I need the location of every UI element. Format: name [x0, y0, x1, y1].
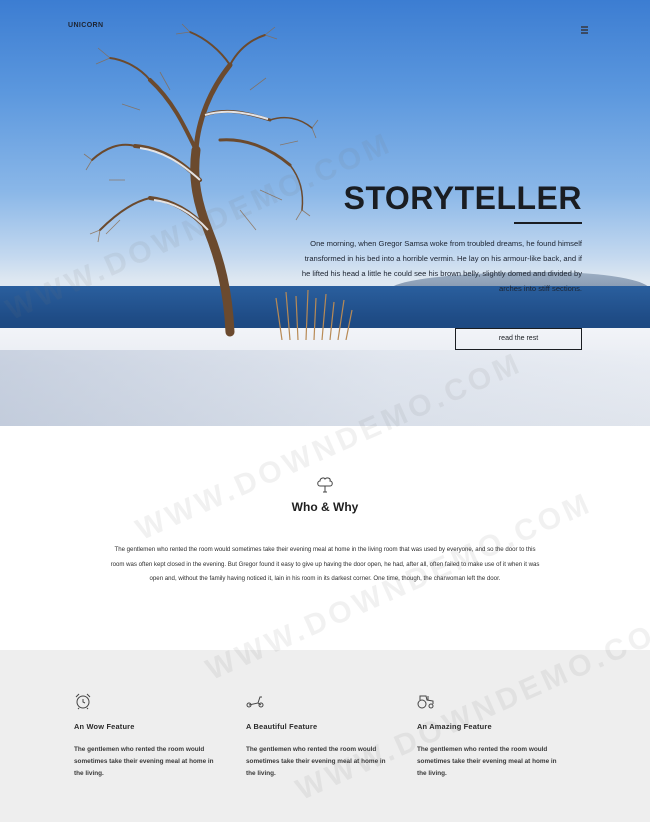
feature-title: An Wow Feature: [74, 722, 135, 731]
feature-text: The gentlemen who rented the room would …: [417, 746, 557, 777]
section-title: Who & Why: [291, 500, 359, 514]
hero-section: UNICORN STORYTELLER One morning, when Gr…: [0, 0, 650, 426]
features-section: An Wow Feature The gentlemen who rented …: [0, 650, 650, 822]
brand-logo[interactable]: UNICORN: [68, 22, 103, 29]
feature-text: The gentlemen who rented the room would …: [246, 746, 386, 777]
tractor-icon: [417, 695, 434, 709]
hamburger-menu-icon[interactable]: [581, 26, 588, 34]
feature-title: An Amazing Feature: [417, 722, 492, 731]
alarm-clock-icon: [75, 693, 91, 710]
title-underline: [514, 222, 582, 224]
feature-text: The gentlemen who rented the room would …: [74, 746, 214, 777]
snow-shadow: [0, 350, 650, 426]
tree-icon: [317, 477, 333, 493]
scooter-icon: [246, 696, 264, 708]
hero-text: One morning, when Gregor Samsa woke from…: [301, 239, 582, 293]
section-text: The gentlemen who rented the room would …: [110, 546, 540, 582]
hero-title: STORYTELLER: [343, 180, 582, 216]
feature-title: A Beautiful Feature: [246, 722, 318, 731]
read-the-rest-button[interactable]: read the rest: [455, 328, 582, 350]
